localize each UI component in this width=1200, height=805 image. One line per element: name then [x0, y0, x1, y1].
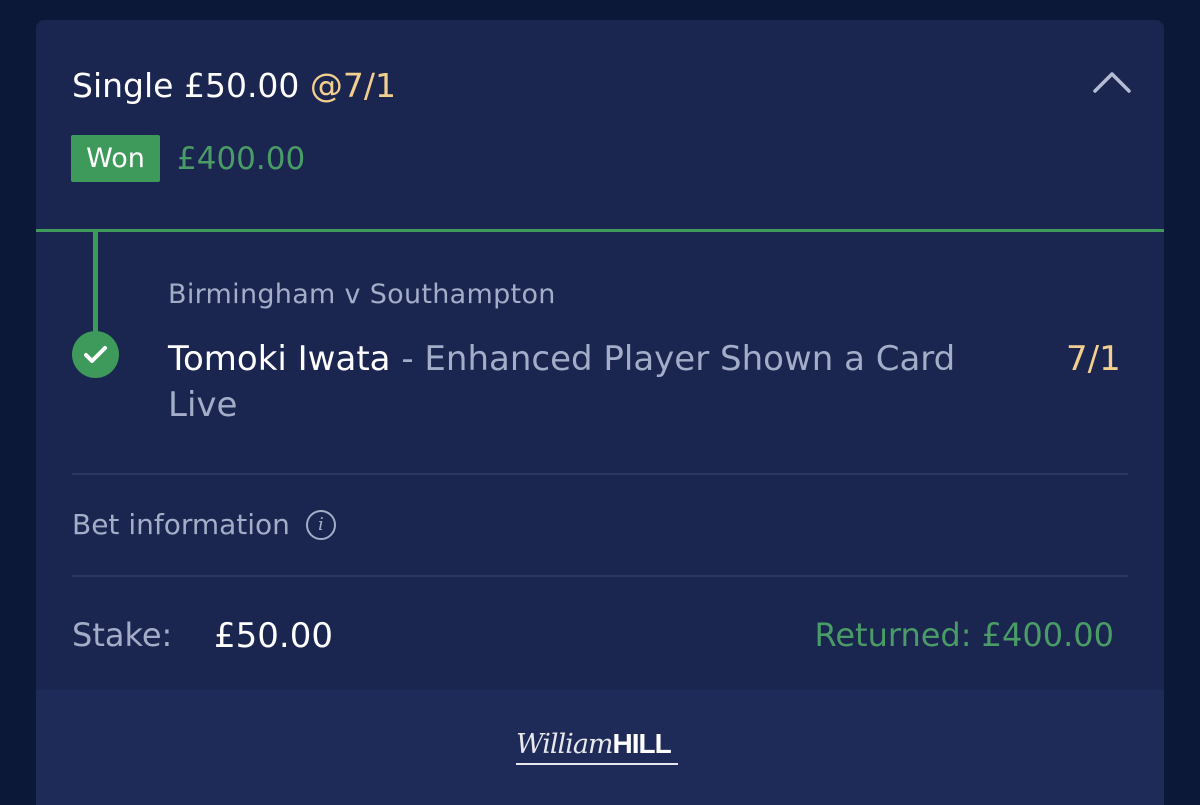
logo-bold: HILL — [612, 728, 672, 759]
bet-header[interactable]: Single £50.00 @7/1 Won £400.00 — [36, 20, 1164, 232]
selection-description: Tomoki Iwata - Enhanced Player Shown a C… — [168, 336, 1028, 428]
selection-separator: - — [401, 339, 414, 379]
header-divider — [36, 229, 1164, 232]
william-hill-logo: WilliamHILL — [516, 728, 672, 768]
bet-title: Single £50.00 @7/1 — [72, 66, 396, 105]
payout-amount: £400.00 — [177, 141, 306, 177]
returned-amount: Returned: £400.00 — [814, 616, 1114, 654]
divider — [72, 473, 1128, 475]
divider — [72, 575, 1128, 577]
logo-underline — [516, 763, 678, 765]
stake-label: Stake: — [72, 616, 173, 654]
footer: WilliamHILL — [36, 690, 1164, 805]
status-badge: Won — [71, 135, 160, 182]
timeline-line — [93, 232, 98, 332]
bet-type: Single — [72, 66, 174, 105]
event-name: Birmingham v Southampton — [168, 279, 556, 310]
player-name: Tomoki Iwata — [168, 339, 391, 379]
check-icon — [72, 331, 119, 378]
bet-information-link[interactable]: Bet information i — [72, 508, 336, 541]
stake-value: £50.00 — [214, 616, 333, 656]
bet-card: Single £50.00 @7/1 Won £400.00 Birmingha… — [36, 20, 1164, 690]
bet-odds-header: @7/1 — [309, 66, 397, 105]
bet-stake-header: £50.00 — [183, 66, 300, 105]
bet-information-label: Bet information — [72, 508, 290, 541]
logo-script: William — [516, 729, 614, 760]
chevron-up-icon[interactable] — [1092, 70, 1132, 94]
selection-odds: 7/1 — [1066, 339, 1121, 379]
info-icon[interactable]: i — [305, 509, 336, 540]
